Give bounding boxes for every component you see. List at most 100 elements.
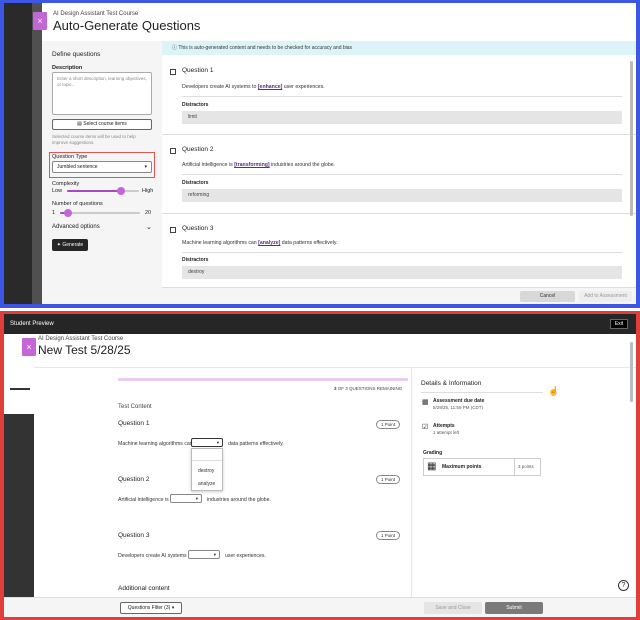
complexity-low: Low <box>52 188 63 194</box>
test-panel: × AI Design Assistant Test Course New Te… <box>22 334 636 597</box>
divider <box>34 367 636 368</box>
section-title: Test Content <box>118 404 152 410</box>
complexity-high: High <box>142 188 154 194</box>
select-course-items-button[interactable]: ▤ Select course items <box>52 119 152 130</box>
add-to-assessment-button[interactable]: Add to Assessment <box>579 291 632 302</box>
question-2-title: Question 2 <box>182 146 214 153</box>
attempts-label: Attempts <box>433 423 455 429</box>
generator-footer: Cancel Add to Assessment <box>162 287 636 304</box>
complexity-label: Complexity <box>52 181 80 187</box>
question-3-pre: Developers create AI systems to <box>118 553 193 559</box>
student-preview-frame: Student Preview Exit × AI Design Assista… <box>0 311 640 620</box>
page-title: Auto-Generate Questions <box>53 18 201 33</box>
calendar-icon: ▦ <box>422 399 429 406</box>
divider <box>421 392 543 393</box>
close-icon[interactable]: × <box>33 12 47 30</box>
description-input[interactable]: Enter a short description, learning obje… <box>52 72 152 115</box>
scrollbar[interactable] <box>630 61 633 216</box>
preview-footer: Questions Filter (3) ▾ Save and Close Su… <box>4 597 636 617</box>
divider <box>192 460 222 461</box>
divider <box>182 252 622 253</box>
question-3-post: user experiences. <box>225 553 266 559</box>
question-1-checkbox[interactable] <box>170 69 176 75</box>
question-3-points: 1 Point <box>376 531 400 540</box>
define-questions-panel: Define questions Description Enter a sho… <box>42 41 162 304</box>
question-1-distractors-label: Distractors <box>182 102 209 108</box>
chevron-down-icon[interactable]: ⌄ <box>146 223 152 231</box>
divider <box>182 96 622 97</box>
question-2-distractor[interactable]: reforming <box>182 189 622 202</box>
question-1-pre: Machine learning algorithms can <box>118 441 193 447</box>
attempts-value: 1 attempt left <box>433 430 460 435</box>
save-and-close-button[interactable]: Save and Close <box>424 602 482 614</box>
questions-filter-button[interactable]: Questions Filter (3) ▾ <box>120 602 182 614</box>
num-questions-label: Number of questions <box>52 201 103 207</box>
question-1-title: Question 1 <box>182 67 214 74</box>
question-type-select[interactable]: Jumbled sentence ▾ <box>52 161 152 173</box>
question-2-checkbox[interactable] <box>170 148 176 154</box>
chevron-down-icon: ▾ <box>213 552 216 557</box>
student-preview-window: Student Preview Exit × AI Design Assista… <box>4 314 636 617</box>
selected-note: Selected course items will be used to he… <box>52 134 136 145</box>
question-3-title: Question 3 <box>182 225 214 232</box>
question-1-post: data patterns effectively. <box>228 441 284 447</box>
num-questions-slider-handle[interactable] <box>64 209 73 217</box>
description-placeholder: Enter a short description, learning obje… <box>57 76 147 87</box>
ai-warning-banner: ⓘ This is auto-generated content and nee… <box>162 41 636 55</box>
grading-label: Grading <box>423 450 443 456</box>
submit-button[interactable]: Submit <box>485 602 543 614</box>
question-2-text: Artificial intelligence is [transforming… <box>182 162 336 168</box>
help-icon[interactable]: ? <box>618 580 629 591</box>
question-1-title: Question 1 <box>118 420 150 427</box>
panel-heading: Define questions <box>52 51 101 58</box>
calculator-icon: ▦ <box>427 461 437 472</box>
advanced-options-toggle[interactable]: Advanced options <box>52 224 100 230</box>
question-1-distractor[interactable]: limit <box>182 111 622 124</box>
side-divider <box>411 368 412 597</box>
question-3-checkbox[interactable] <box>170 227 176 233</box>
divider <box>162 213 636 214</box>
question-3-distractors-label: Distractors <box>182 257 209 263</box>
question-3-distractor[interactable]: destroy <box>182 266 622 279</box>
course-name: AI Design Assistant Test Course <box>38 336 124 342</box>
generate-button[interactable]: ✦ Generate <box>52 239 88 251</box>
question-3-dropdown[interactable]: ▾ <box>188 550 220 559</box>
preview-title: Student Preview <box>10 321 54 327</box>
question-2-post: industries around the globe. <box>207 497 272 503</box>
progress-bar <box>118 378 408 381</box>
question-1-points: 1 Point <box>376 420 400 429</box>
description-label: Description <box>52 65 83 71</box>
question-2-title: Question 2 <box>118 476 150 483</box>
due-date-label: Assessment due date <box>433 398 485 404</box>
cancel-button[interactable]: Cancel <box>520 291 575 302</box>
generator-window-frame: × AI Design Assistant Test Course Auto-G… <box>0 0 640 308</box>
max-points-value: 3 points <box>518 464 534 469</box>
generator-header: × AI Design Assistant Test Course Auto-G… <box>33 3 636 41</box>
question-2-pre: Artificial intelligence is <box>118 497 169 503</box>
generator-window: × AI Design Assistant Test Course Auto-G… <box>4 3 636 304</box>
chevron-down-icon: ▾ <box>195 496 198 501</box>
chevron-down-icon: ▾ <box>144 164 147 170</box>
background-course-nav <box>4 3 32 304</box>
chevron-down-icon: ▾ <box>216 440 219 445</box>
max-points-label: Maximum points <box>442 464 482 470</box>
close-icon[interactable]: × <box>22 338 36 356</box>
scrollbar[interactable] <box>630 342 633 402</box>
exit-button[interactable]: Exit <box>610 319 628 329</box>
question-type-label: Question Type <box>52 154 88 160</box>
max-points-card: ▦ Maximum points 3 points <box>423 458 541 476</box>
complexity-slider-handle[interactable] <box>117 187 125 195</box>
question-1-dropdown[interactable]: ▾ <box>191 438 223 447</box>
test-title: New Test 5/28/25 <box>38 343 131 357</box>
dropdown-option[interactable]: destroy <box>198 468 214 474</box>
divider <box>182 174 622 175</box>
cursor-icon: ☝ <box>548 386 560 396</box>
complexity-slider-fill <box>67 190 121 192</box>
question-2-dropdown[interactable]: ▾ <box>170 494 202 503</box>
additional-content-title: Additional content <box>118 585 170 592</box>
dropdown-option[interactable]: analyze <box>198 481 215 487</box>
num-questions-min: 1 <box>52 210 56 216</box>
num-questions-max: 20 <box>145 210 152 216</box>
question-3-text: Machine learning algorithms can [analyze… <box>182 240 338 246</box>
chevron-down-icon: ▾ <box>171 605 175 611</box>
